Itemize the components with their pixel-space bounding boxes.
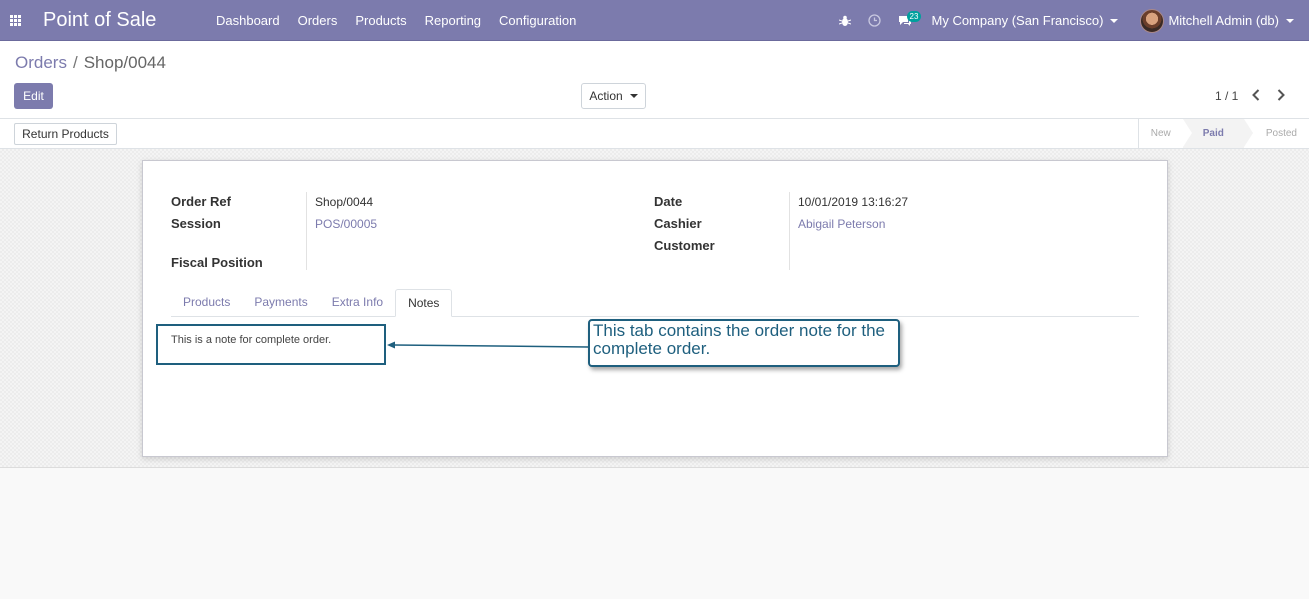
menu-item-dashboard[interactable]: Dashboard [207, 0, 289, 41]
date-label: Date [654, 194, 683, 209]
field-divider [306, 192, 307, 270]
action-label: Action [589, 89, 623, 103]
chevron-left-icon [1252, 89, 1260, 101]
breadcrumb-separator: / [72, 53, 78, 72]
session-label: Session [171, 216, 221, 231]
note-highlight-box [156, 324, 386, 365]
action-dropdown-button[interactable]: Action [581, 83, 646, 109]
menu-item-orders[interactable]: Orders [289, 0, 347, 41]
breadcrumb: Orders / Shop/0044 [15, 53, 166, 73]
customer-label: Customer [654, 238, 715, 253]
session-link[interactable]: POS/00005 [315, 217, 377, 231]
tab-notes[interactable]: Notes [395, 289, 453, 317]
messages-count-badge: 23 [906, 11, 922, 22]
breadcrumb-current: Shop/0044 [83, 53, 166, 72]
stage-paid: Paid [1182, 119, 1254, 148]
order-ref-value: Shop/0044 [315, 195, 374, 209]
field-divider [789, 192, 790, 270]
chevron-right-icon [1277, 89, 1285, 101]
cashier-link[interactable]: Abigail Peterson [798, 217, 885, 231]
debug-bug-icon[interactable] [830, 0, 860, 41]
avatar [1140, 8, 1165, 33]
company-name: My Company (San Francisco) [931, 13, 1104, 28]
return-products-button[interactable]: Return Products [14, 123, 117, 145]
tab-extra-info[interactable]: Extra Info [320, 289, 395, 317]
tab-products[interactable]: Products [171, 289, 242, 317]
stage-posted: Posted [1265, 128, 1297, 139]
cashier-label: Cashier [654, 216, 702, 231]
top-navbar: Point of Sale Dashboard Orders Products … [0, 0, 1309, 41]
user-menu[interactable]: Mitchell Admin (db) [1140, 8, 1294, 33]
tab-payments[interactable]: Payments [242, 289, 319, 317]
app-title: Point of Sale [43, 8, 157, 31]
main-menu: Dashboard Orders Products Reporting Conf… [207, 0, 585, 41]
apps-menu-icon[interactable] [0, 0, 30, 41]
company-switcher[interactable]: My Company (San Francisco) [932, 13, 1119, 28]
order-ref-label: Order Ref [171, 194, 231, 209]
menu-item-reporting[interactable]: Reporting [416, 0, 490, 41]
pager-next-button[interactable] [1274, 86, 1288, 104]
breadcrumb-orders-link[interactable]: Orders [15, 53, 67, 73]
user-name: Mitchell Admin (db) [1168, 13, 1279, 28]
menu-item-configuration[interactable]: Configuration [490, 0, 585, 41]
activity-clock-icon[interactable] [860, 0, 890, 41]
control-panel: Orders / Shop/0044 Edit Action 1 / 1 [0, 41, 1309, 119]
date-value: 10/01/2019 13:16:27 [798, 195, 909, 209]
callout-arrow-icon [387, 341, 589, 349]
notebook-tabs: Products Payments Extra Info Notes [171, 289, 1139, 317]
chevron-down-icon [1110, 18, 1119, 23]
form-statusbar: Return Products New Paid Posted [0, 119, 1309, 149]
stage-new: New [1150, 128, 1171, 139]
status-stages: New Paid Posted [1137, 119, 1309, 148]
chevron-down-icon [1286, 18, 1294, 23]
edit-button[interactable]: Edit [14, 83, 53, 109]
fiscal-position-label: Fiscal Position [171, 255, 263, 270]
pager-value: 1 / 1 [1215, 89, 1239, 103]
chevron-down-icon [629, 94, 638, 98]
menu-item-products[interactable]: Products [346, 0, 415, 41]
messages-chat-icon[interactable]: 23 [890, 0, 922, 41]
pager-previous-button[interactable] [1249, 86, 1263, 104]
annotation-callout: This tab contains the order note for the… [588, 319, 900, 367]
